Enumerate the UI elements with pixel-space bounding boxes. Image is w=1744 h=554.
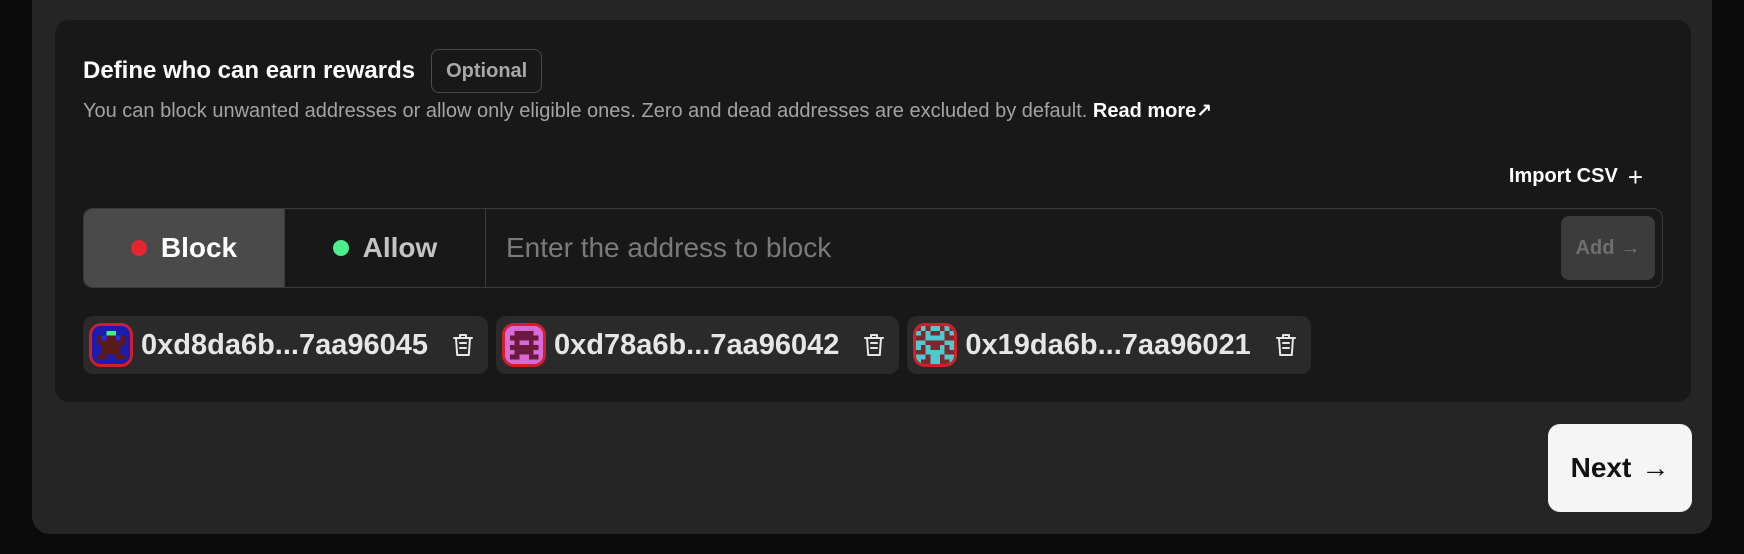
optional-badge: Optional [431, 49, 543, 93]
address-text: 0x19da6b...7aa96021 [965, 328, 1251, 361]
mode-block-toggle[interactable]: Block [84, 209, 285, 287]
pixel-avatar-blue-icon [89, 323, 133, 367]
trash-icon[interactable] [863, 333, 885, 357]
pixel-avatar-cyan-icon [913, 323, 958, 367]
arrow-right-icon: → [1641, 452, 1670, 483]
section-header: Define who can earn rewards Optional [83, 49, 543, 93]
trash-icon[interactable] [452, 333, 474, 357]
address-chip: 0x19da6b...7aa96021 [907, 316, 1311, 374]
description-text: You can block unwanted addresses or allo… [83, 100, 1088, 122]
external-link-icon: ↗ [1196, 101, 1213, 122]
address-text: 0xd78a6b...7aa96042 [553, 328, 840, 361]
blocked-address-list: 0xd8da6b...7aa96045 0xd78a6b...7aa96042 … [83, 316, 1311, 374]
add-address-button[interactable]: Add → [1561, 216, 1655, 280]
add-label: Add [1575, 236, 1615, 259]
next-label: Next [1570, 452, 1632, 483]
address-text: 0xd8da6b...7aa96045 [141, 328, 428, 361]
next-button[interactable]: Next → [1548, 424, 1692, 512]
import-csv-button[interactable]: Import CSV + [1508, 161, 1643, 192]
section-description: You can block unwanted addresses or allo… [83, 100, 1212, 123]
plus-icon: + [1627, 161, 1643, 192]
read-more-link[interactable]: Read more↗ [1093, 100, 1212, 122]
address-input[interactable] [486, 209, 1662, 287]
mode-allow-label: Allow [362, 232, 438, 263]
mode-allow-toggle[interactable]: Allow [285, 209, 486, 287]
section-title: Define who can earn rewards [83, 57, 416, 84]
red-dot-icon [130, 240, 147, 256]
trash-icon[interactable] [1275, 333, 1297, 357]
read-more-label: Read more [1092, 100, 1197, 122]
arrow-right-icon: → [1620, 236, 1641, 259]
import-csv-label: Import CSV [1508, 165, 1618, 187]
rewards-eligibility-card: Define who can earn rewards Optional You… [55, 20, 1691, 402]
address-chip: 0xd8da6b...7aa96045 [83, 316, 488, 374]
green-dot-icon [332, 240, 349, 256]
mode-block-label: Block [160, 232, 238, 263]
address-entry-row: Block Allow Add → [83, 208, 1663, 288]
address-chip: 0xd78a6b...7aa96042 [495, 316, 900, 374]
pixel-avatar-magenta-icon [501, 323, 546, 367]
